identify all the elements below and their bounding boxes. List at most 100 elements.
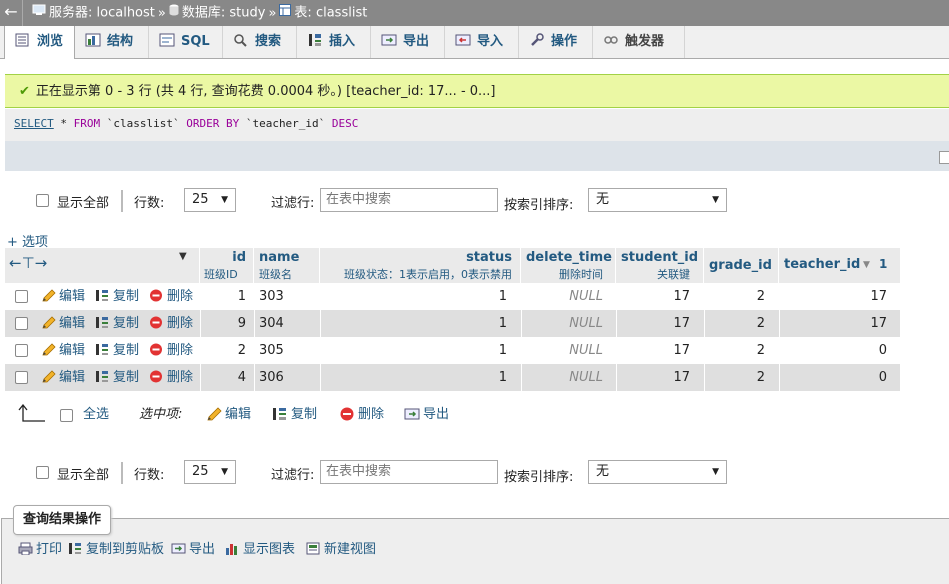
filter-rows-input[interactable]: 在表中搜索 (320, 188, 498, 212)
breadcrumb-server[interactable]: localhost (97, 6, 155, 21)
collapse-navigation-arrow-icon[interactable]: ← (0, 0, 23, 26)
copy-to-clipboard-link[interactable]: 复制到剪贴板 (68, 540, 164, 560)
cell-grade-id[interactable]: 2 (704, 283, 765, 310)
tab-import[interactable]: 导入 (445, 26, 519, 58)
sort-by-key-select[interactable]: 无 ▼ (588, 460, 727, 484)
tab-triggers[interactable]: 触发器 (593, 26, 685, 58)
create-view-link[interactable]: 新建视图 (306, 540, 376, 560)
copy-icon (95, 312, 110, 328)
cell-teacher-id[interactable]: 0 (779, 337, 887, 364)
cell-status[interactable]: 1 (320, 364, 507, 391)
tab-operations[interactable]: 操作 (519, 26, 593, 58)
tab-insert[interactable]: 插入 (297, 26, 371, 58)
tab-sql[interactable]: SQL (149, 26, 223, 58)
show-all-label: 显示全部 (57, 468, 110, 483)
cell-grade-id[interactable]: 2 (704, 337, 765, 364)
row-checkbox[interactable] (15, 344, 28, 357)
cell-name[interactable]: 303 (259, 283, 319, 310)
profiling-checkbox[interactable] (939, 151, 949, 164)
cell-teacher-id[interactable]: 17 (779, 310, 887, 337)
select-all-label[interactable]: 全选 (83, 400, 109, 430)
tab-browse[interactable]: 浏览 (4, 26, 75, 59)
cell-delete-time[interactable]: NULL (521, 364, 603, 391)
header-grade-id[interactable]: grade_id (704, 248, 779, 283)
cell-delete-time[interactable]: NULL (521, 337, 603, 364)
cell-student-id[interactable]: 17 (616, 364, 690, 391)
cell-id[interactable]: 1 (200, 283, 246, 310)
header-student-id[interactable]: student_id 关联键 (616, 248, 704, 283)
delete-row-link[interactable]: 删除 (149, 337, 193, 364)
breadcrumb-table[interactable]: classlist (316, 6, 367, 21)
delete-row-link[interactable]: 删除 (149, 283, 193, 310)
sort-by-key-select[interactable]: 无 ▼ (588, 188, 727, 212)
cell-delete-time[interactable]: NULL (521, 310, 603, 337)
cell-id[interactable]: 2 (200, 337, 246, 364)
cell-student-id[interactable]: 17 (616, 337, 690, 364)
breadcrumb-table-label: 表: (294, 5, 312, 21)
column-visibility-arrows-icon[interactable]: ←⊤→ (9, 254, 47, 272)
copy-row-link[interactable]: 复制 (95, 337, 139, 364)
display-chart-link[interactable]: 显示图表 (225, 540, 295, 560)
pencil-icon (206, 403, 222, 421)
show-all-checkbox[interactable] (36, 466, 49, 479)
rows-select[interactable]: 25 ▼ (184, 460, 236, 484)
bulk-edit-button[interactable]: 编辑 (206, 400, 251, 430)
sql-keyword-select[interactable]: SELECT (14, 117, 54, 130)
cell-status[interactable]: 1 (320, 337, 507, 364)
cell-status[interactable]: 1 (320, 283, 507, 310)
bulk-export-button[interactable]: 导出 (404, 400, 449, 430)
rows-label: 行数: (134, 468, 165, 483)
copy-icon (272, 403, 288, 420)
edit-row-link[interactable]: 编辑 (41, 337, 85, 364)
copy-icon (68, 542, 83, 555)
bulk-delete-button[interactable]: 删除 (339, 400, 384, 430)
header-name[interactable]: name 班级名 (254, 248, 320, 283)
cell-id[interactable]: 4 (200, 364, 246, 391)
cell-id[interactable]: 9 (200, 310, 246, 337)
bulk-copy-button[interactable]: 复制 (272, 400, 317, 430)
row-checkbox[interactable] (15, 371, 28, 384)
header-status[interactable]: status 班级状态：1表示启用，0表示禁用 (320, 248, 521, 283)
copy-row-link[interactable]: 复制 (95, 283, 139, 310)
column-visibility-dropdown-icon[interactable]: ▼ (179, 251, 187, 262)
delete-row-link[interactable]: 删除 (149, 364, 193, 391)
tab-search[interactable]: 搜索 (223, 26, 297, 58)
delete-row-link[interactable]: 删除 (149, 310, 193, 337)
select-all-checkbox[interactable] (60, 409, 73, 422)
print-link[interactable]: 打印 (18, 540, 62, 560)
rows-select[interactable]: 25 ▼ (184, 188, 236, 212)
edit-row-link[interactable]: 编辑 (41, 283, 85, 310)
cell-name[interactable]: 305 (259, 337, 319, 364)
header-delete-time[interactable]: delete_time 删除时间 (521, 248, 616, 283)
row-checkbox[interactable] (15, 317, 28, 330)
cell-student-id[interactable]: 17 (616, 283, 690, 310)
cell-name[interactable]: 306 (259, 364, 319, 391)
cell-teacher-id[interactable]: 17 (779, 283, 887, 310)
navigation-controls-top: 显示全部 行数: 25 ▼ 过滤行: 在表中搜索 按索引排序: 无 ▼ (0, 186, 949, 216)
breadcrumb-db[interactable]: study (229, 6, 265, 21)
row-checkbox[interactable] (15, 290, 28, 303)
filter-rows-input[interactable]: 在表中搜索 (320, 460, 498, 484)
show-all-checkbox[interactable] (36, 194, 49, 207)
export-icon (404, 403, 420, 420)
cell-teacher-id[interactable]: 0 (779, 364, 887, 391)
copy-row-link[interactable]: 复制 (95, 310, 139, 337)
sort-desc-icon[interactable]: ▼ (863, 260, 870, 270)
cell-name[interactable]: 304 (259, 310, 319, 337)
cell-student-id[interactable]: 17 (616, 310, 690, 337)
tab-structure[interactable]: 结构 (75, 26, 149, 58)
cell-delete-time[interactable]: NULL (521, 283, 603, 310)
cell-grade-id[interactable]: 2 (704, 364, 765, 391)
copy-row-link[interactable]: 复制 (95, 364, 139, 391)
header-id[interactable]: id 班级ID (200, 248, 254, 283)
export-link[interactable]: 导出 (171, 540, 215, 560)
cell-grade-id[interactable]: 2 (704, 310, 765, 337)
edit-row-link[interactable]: 编辑 (41, 310, 85, 337)
sql-query-display[interactable]: SELECT * FROM `classlist` ORDER BY `teac… (5, 109, 949, 141)
header-teacher-id[interactable]: teacher_id ▼ 1 (779, 248, 900, 283)
query-results-legend: 查询结果操作 (13, 505, 112, 535)
tab-export[interactable]: 导出 (371, 26, 445, 58)
edit-row-link[interactable]: 编辑 (41, 364, 85, 391)
cell-status[interactable]: 1 (320, 310, 507, 337)
printer-icon (18, 542, 33, 556)
